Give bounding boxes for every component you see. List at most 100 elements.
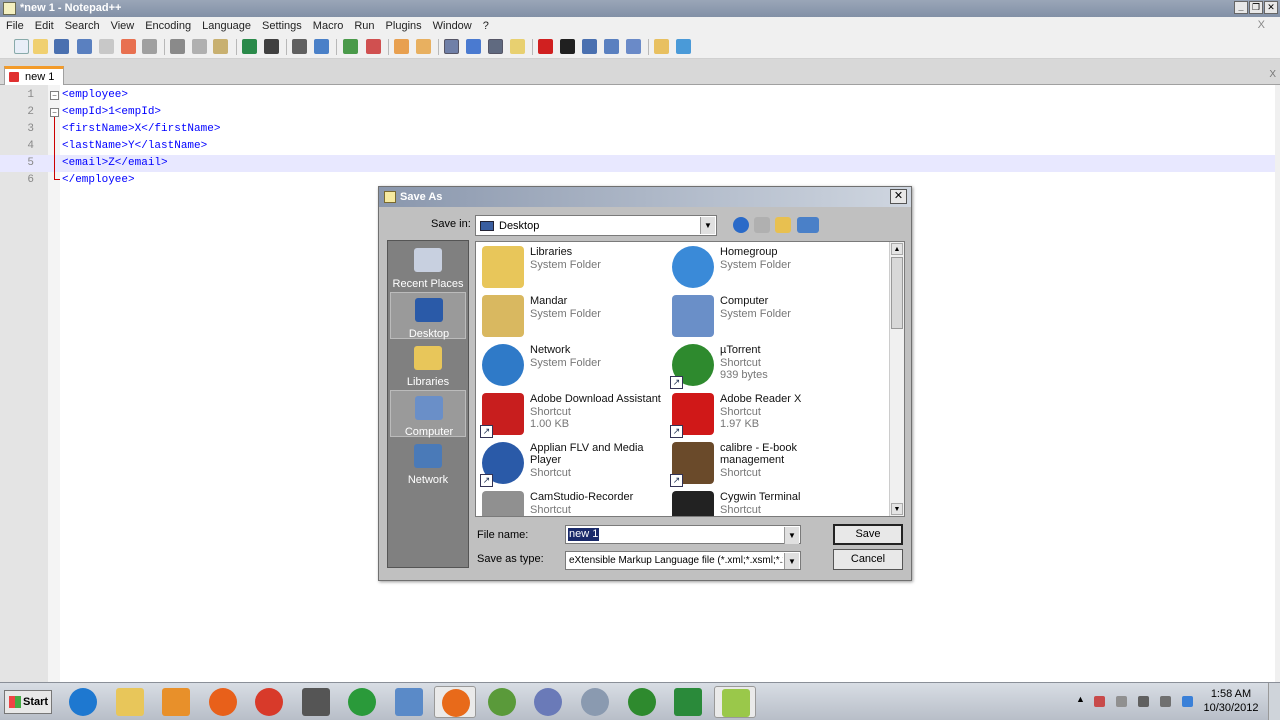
spellcheck-icon[interactable] (676, 39, 691, 54)
zoom-in-icon[interactable] (343, 39, 358, 54)
taskbar-item-firefox[interactable] (202, 686, 244, 718)
taskbar-item-media[interactable] (155, 686, 197, 718)
file-item-applian-flv-player[interactable]: ↗ Applian FLV and Media Player Shortcut (478, 440, 668, 488)
zoom-out-icon[interactable] (366, 39, 381, 54)
save-all-icon[interactable] (77, 39, 92, 54)
close-tab-icon[interactable]: X (1269, 69, 1276, 80)
file-item-adobe-reader-x[interactable]: ↗ Adobe Reader X Shortcut 1.97 KB (668, 391, 858, 439)
new-folder-icon[interactable] (775, 217, 791, 233)
taskbar-item-d-app[interactable] (341, 686, 383, 718)
menu-window[interactable]: Window (433, 20, 472, 32)
word-wrap-icon[interactable] (444, 39, 459, 54)
clock[interactable]: 1:58 AM 10/30/2012 (1196, 687, 1266, 715)
start-button[interactable]: Start (4, 690, 52, 714)
file-item-utorrent[interactable]: ↗ µTorrent Shortcut 939 bytes (668, 342, 858, 390)
menu-macro[interactable]: Macro (313, 20, 344, 32)
editor-scrollbar[interactable] (1275, 85, 1280, 682)
file-item-libraries[interactable]: Libraries System Folder (478, 244, 668, 292)
up-folder-icon[interactable] (754, 217, 770, 233)
save-icon[interactable] (54, 39, 69, 54)
fold-collapse-icon[interactable]: − (50, 91, 59, 100)
file-list-scrollbar[interactable]: ▲ ▼ (889, 242, 904, 516)
menu-encoding[interactable]: Encoding (145, 20, 191, 32)
taskbar-item-chrome[interactable] (248, 686, 290, 718)
menu-search[interactable]: Search (65, 20, 100, 32)
taskbar-item-frog[interactable] (481, 686, 523, 718)
new-file-icon[interactable] (14, 39, 29, 54)
taskbar-item-ie[interactable] (62, 686, 104, 718)
taskbar-item-settings[interactable] (574, 686, 616, 718)
indent-guide-icon[interactable] (488, 39, 503, 54)
close-button[interactable]: ✕ (1264, 1, 1278, 14)
taskbar-item-network-tool[interactable] (388, 686, 430, 718)
file-list[interactable]: Libraries System Folder Homegroup System… (475, 241, 905, 517)
chevron-down-icon[interactable]: ▼ (784, 527, 799, 544)
taskbar-item-explorer[interactable] (109, 686, 151, 718)
show-all-chars-icon[interactable] (466, 39, 481, 54)
replace-icon[interactable] (314, 39, 329, 54)
open-file-icon[interactable] (33, 39, 48, 54)
taskbar-item-utorrent[interactable] (621, 686, 663, 718)
cancel-button[interactable]: Cancel (833, 549, 903, 570)
menu-run[interactable]: Run (354, 20, 374, 32)
place-libraries[interactable]: Libraries (390, 341, 466, 388)
plugin-icon[interactable] (654, 39, 669, 54)
chevron-down-icon[interactable]: ▼ (784, 553, 799, 569)
taskbar-item-excel[interactable] (667, 686, 709, 718)
run-macro-multiple-icon[interactable] (604, 39, 619, 54)
place-desktop[interactable]: Desktop (390, 292, 466, 340)
scroll-thumb[interactable] (891, 257, 903, 329)
show-desktop-button[interactable] (1268, 683, 1280, 720)
play-macro-icon[interactable] (582, 39, 597, 54)
menu-file[interactable]: File (6, 20, 24, 32)
action-center-icon[interactable] (1094, 696, 1105, 707)
chevron-down-icon[interactable]: ▼ (700, 217, 715, 234)
close-document-icon[interactable]: X (1258, 19, 1265, 31)
power-icon[interactable] (1116, 696, 1127, 707)
close-all-icon[interactable] (121, 39, 136, 54)
dialog-close-button[interactable]: ✕ (890, 189, 907, 204)
menu-view[interactable]: View (111, 20, 135, 32)
maximize-button[interactable]: ❐ (1249, 1, 1263, 14)
stop-macro-icon[interactable] (560, 39, 575, 54)
file-item-camstudio[interactable]: CamStudio-Recorder Shortcut (478, 489, 668, 516)
menu-language[interactable]: Language (202, 20, 251, 32)
tab-new-1[interactable]: new 1 (4, 66, 64, 85)
taskbar-item-camera[interactable] (295, 686, 337, 718)
save-button[interactable]: Save (833, 524, 903, 545)
paste-icon[interactable] (213, 39, 228, 54)
print-icon[interactable] (142, 39, 157, 54)
file-item-homegroup[interactable]: Homegroup System Folder (668, 244, 858, 292)
back-icon[interactable] (733, 217, 749, 233)
taskbar-item-notepadpp[interactable] (714, 686, 756, 718)
place-network[interactable]: Network (390, 439, 466, 486)
fold-collapse-icon[interactable]: − (50, 108, 59, 117)
save-macro-icon[interactable] (626, 39, 641, 54)
place-computer[interactable]: Computer (390, 390, 466, 438)
menu-help[interactable]: ? (483, 20, 489, 32)
find-icon[interactable] (292, 39, 307, 54)
redo-icon[interactable] (264, 39, 279, 54)
taskbar-item-w-app[interactable] (434, 686, 476, 718)
minimize-button[interactable]: _ (1234, 1, 1248, 14)
file-item-network[interactable]: Network System Folder (478, 342, 668, 390)
close-file-icon[interactable] (99, 39, 114, 54)
menu-edit[interactable]: Edit (35, 20, 54, 32)
file-item-adobe-download-assistant[interactable]: ↗ Adobe Download Assistant Shortcut 1.00… (478, 391, 668, 439)
undo-icon[interactable] (242, 39, 257, 54)
volume-icon[interactable] (1160, 696, 1171, 707)
file-item-calibre[interactable]: ↗ calibre - E-book management Shortcut (668, 440, 858, 488)
place-recent-places[interactable]: Recent Places (390, 243, 466, 290)
menu-settings[interactable]: Settings (262, 20, 302, 32)
save-as-type-dropdown[interactable]: eXtensible Markup Language file (*.xml;*… (565, 551, 801, 570)
network-signal-icon[interactable] (1138, 696, 1149, 707)
copy-icon[interactable] (192, 39, 207, 54)
file-name-input[interactable]: new 1 ▼ (565, 525, 801, 544)
scroll-up-icon[interactable]: ▲ (891, 243, 903, 255)
save-in-dropdown[interactable]: Desktop ▼ (475, 215, 717, 236)
show-hidden-icons-icon[interactable]: ▲ (1076, 694, 1085, 704)
cut-icon[interactable] (170, 39, 185, 54)
sync-horizontal-icon[interactable] (416, 39, 431, 54)
menu-plugins[interactable]: Plugins (386, 20, 422, 32)
sync-vertical-icon[interactable] (394, 39, 409, 54)
